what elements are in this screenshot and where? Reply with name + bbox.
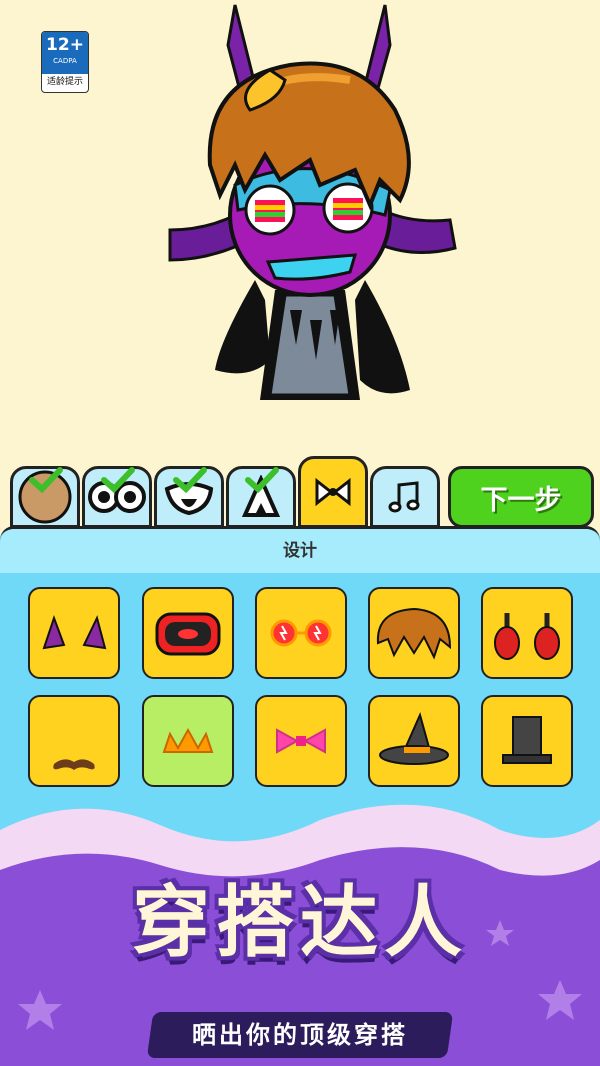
lightning-glasses-icon: [270, 619, 332, 647]
item-horn-ears[interactable]: [28, 587, 120, 679]
item-red-mouth[interactable]: [142, 587, 234, 679]
top-hat-icon: [502, 716, 552, 764]
brown-hair-icon: [376, 607, 452, 660]
item-top-hat[interactable]: [481, 695, 573, 787]
item-witch-hat[interactable]: [368, 695, 460, 787]
age-rating-tip: 适龄提示: [46, 77, 83, 87]
check-icon: [173, 467, 207, 493]
item-brown-hair[interactable]: [368, 587, 460, 679]
pink-bowtie-icon: [276, 728, 326, 754]
next-step-button[interactable]: 下一步: [448, 466, 594, 528]
item-crown[interactable]: [142, 695, 234, 787]
item-mustache[interactable]: [28, 695, 120, 787]
tab-accessory[interactable]: [298, 456, 368, 528]
check-icon: [29, 467, 63, 493]
mustache-icon: [53, 759, 95, 770]
horn-ears-icon: [42, 614, 107, 650]
age-rating-org: CADPA: [53, 57, 77, 65]
music-note-icon: [388, 481, 420, 513]
tab-face[interactable]: [10, 466, 80, 528]
age-rating: 12+: [46, 35, 84, 55]
check-icon: [101, 467, 135, 493]
item-lightning-glasses[interactable]: [255, 587, 347, 679]
tab-mouth[interactable]: [154, 466, 224, 528]
bowtie-icon: [315, 477, 351, 507]
panel-title: 设计: [0, 529, 600, 573]
check-icon: [245, 467, 279, 493]
category-tabs: 下一步: [10, 440, 600, 530]
tab-body[interactable]: [226, 466, 296, 528]
tab-music[interactable]: [370, 466, 440, 528]
character-preview: [168, 4, 457, 400]
item-pink-bowtie[interactable]: [255, 695, 347, 787]
red-mouth-icon: [155, 612, 221, 656]
item-red-headphones[interactable]: [481, 587, 573, 679]
crown-icon: [162, 727, 214, 753]
age-rating-badge: 12+ CADPA 适龄提示: [41, 31, 89, 93]
red-headphones-icon: [494, 613, 560, 660]
promo-title: 穿搭达人: [131, 878, 468, 968]
tab-eyes[interactable]: [82, 466, 152, 528]
witch-hat-icon: [379, 712, 449, 765]
promo-subtitle: 晒出你的顶级穿搭: [192, 1021, 408, 1049]
